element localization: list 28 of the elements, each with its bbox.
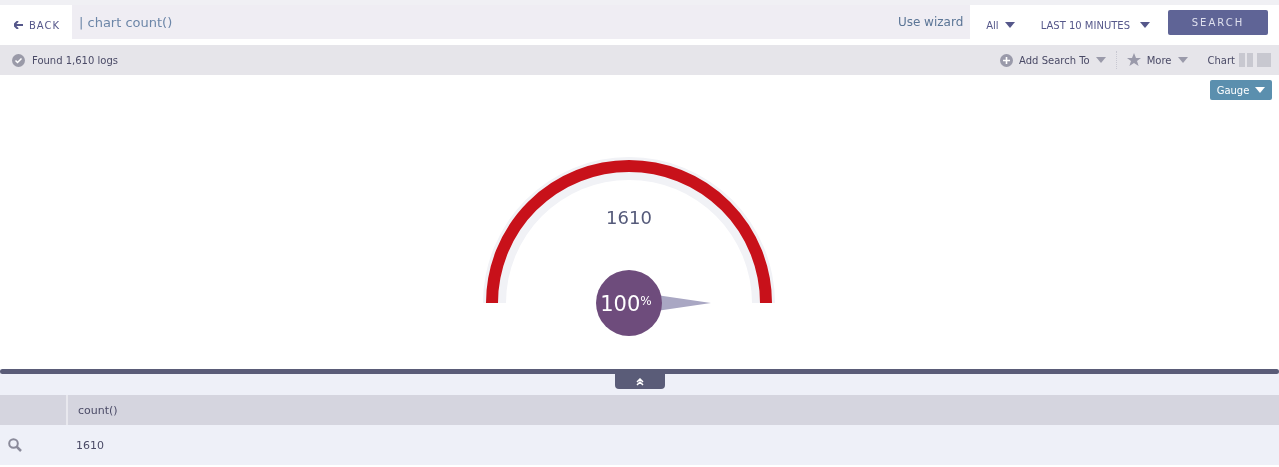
table-cell-text: 1610 bbox=[75, 438, 104, 452]
chart-label: Chart bbox=[1206, 54, 1235, 66]
add-search-button[interactable]: Add Search To bbox=[990, 51, 1117, 69]
back-button[interactable]: BACK bbox=[8, 19, 72, 31]
percent-bubble bbox=[596, 270, 662, 336]
gauge-value: 1610 bbox=[606, 207, 652, 228]
search-button[interactable]: SEARCH bbox=[1168, 10, 1268, 35]
caret-icon bbox=[1177, 57, 1188, 63]
use-wizard-link[interactable]: Use wizard bbox=[897, 15, 964, 29]
percent-label: 100$^{%}$ bbox=[600, 292, 652, 316]
caret-icon bbox=[1004, 22, 1015, 28]
check-circle-icon bbox=[12, 53, 25, 67]
caret-icon bbox=[1095, 57, 1106, 63]
query-field[interactable]: | chart count() Use wizard bbox=[72, 5, 971, 39]
plus-circle-icon bbox=[1000, 53, 1014, 67]
chevron-up-icon bbox=[636, 377, 644, 386]
star-icon bbox=[1126, 53, 1141, 67]
caret-icon bbox=[1255, 87, 1266, 93]
scope-dropdown[interactable]: All bbox=[980, 18, 1021, 32]
status-text: Found 1,610 logs bbox=[32, 54, 118, 66]
time-range-dropdown[interactable]: LAST 10 MINUTES bbox=[1034, 18, 1156, 32]
collapse-handle[interactable] bbox=[615, 374, 665, 389]
arrow-left-icon bbox=[14, 21, 23, 29]
column-header[interactable]: count() bbox=[68, 403, 118, 417]
chart-type-dropdown[interactable]: Gauge bbox=[1210, 80, 1272, 100]
caret-icon bbox=[1140, 22, 1150, 28]
more-button[interactable]: More bbox=[1116, 51, 1198, 69]
search-icon[interactable] bbox=[8, 438, 22, 452]
